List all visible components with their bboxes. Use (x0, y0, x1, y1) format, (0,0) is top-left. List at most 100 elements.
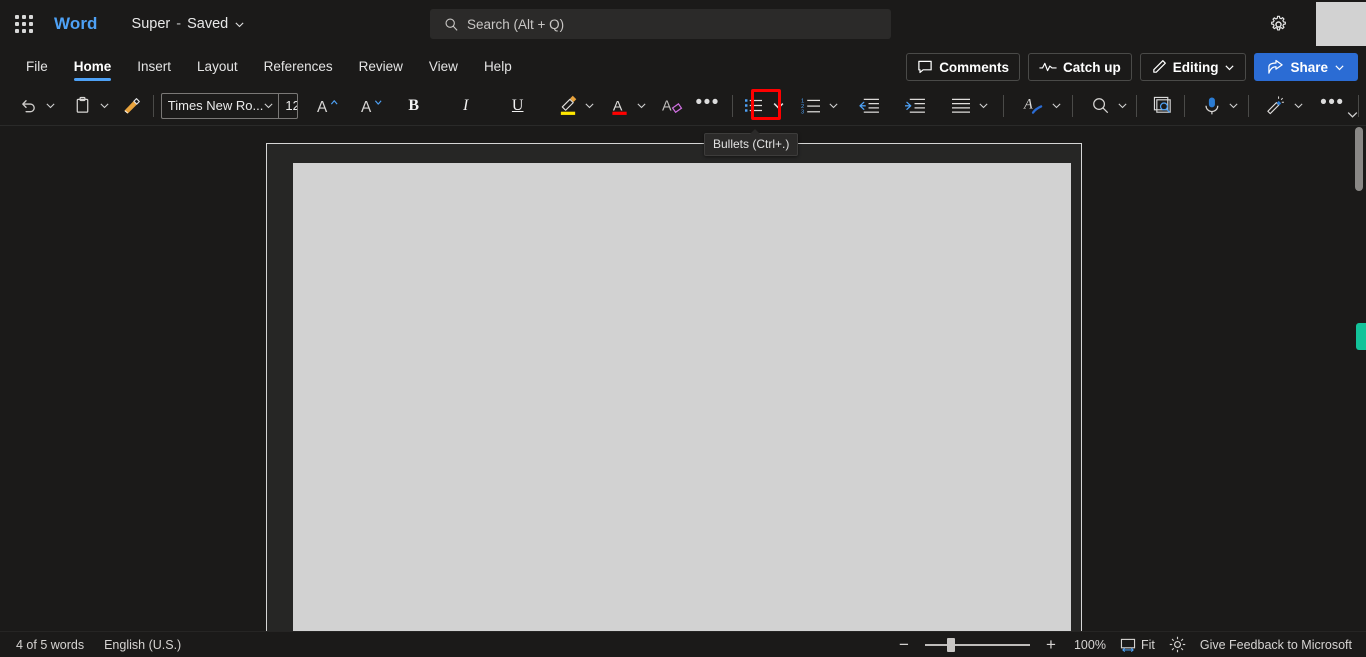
align-button[interactable] (947, 91, 975, 121)
toolbar-divider (1072, 94, 1073, 117)
highlight-group (554, 91, 598, 121)
undo-icon (19, 96, 38, 115)
copilot-dropdown[interactable] (1290, 100, 1306, 111)
document-page[interactable] (266, 143, 1082, 631)
font-size-combo[interactable]: 12 (278, 93, 297, 118)
zoom-slider-handle[interactable] (946, 637, 955, 652)
chevron-down-icon (1224, 62, 1235, 73)
paste-button[interactable] (68, 91, 96, 121)
fit-width-icon (1120, 638, 1136, 652)
editor-button[interactable] (1150, 91, 1178, 121)
undo-button[interactable] (14, 91, 42, 121)
tab-layout[interactable]: Layout (185, 52, 250, 83)
bold-icon: B (408, 96, 420, 114)
styles-button[interactable]: A (1019, 91, 1048, 121)
find-button[interactable] (1086, 91, 1114, 121)
styles-group: A (1019, 91, 1064, 121)
highlight-color-dropdown[interactable] (582, 100, 598, 111)
editing-mode-button[interactable]: Editing (1139, 53, 1247, 81)
numbering-group: 1 2 3 (797, 91, 841, 121)
bullets-button[interactable] (739, 91, 767, 121)
ellipsis-icon: ••• (1320, 92, 1345, 113)
font-controls: Times New Ro... 12 (160, 92, 298, 119)
chevron-down-icon (263, 100, 274, 111)
font-name-value: Times New Ro... (167, 98, 264, 113)
grow-font-button[interactable]: A (314, 91, 342, 121)
underline-icon: U (511, 96, 524, 114)
format-painter-button[interactable] (118, 91, 146, 121)
tab-file[interactable]: File (14, 52, 60, 83)
font-color-dropdown[interactable] (634, 100, 650, 111)
tab-view[interactable]: View (417, 52, 470, 83)
alignment-dropdown[interactable] (975, 100, 991, 111)
bullets-icon (744, 97, 763, 114)
paste-dropdown[interactable] (96, 100, 112, 111)
chevron-down-icon (1334, 62, 1345, 73)
comments-button[interactable]: Comments (906, 53, 1020, 81)
tab-references[interactable]: References (252, 52, 345, 83)
search-input[interactable]: Search (Alt + Q) (430, 9, 891, 39)
document-canvas[interactable] (0, 127, 1352, 631)
collapse-ribbon-button[interactable] (1342, 104, 1362, 124)
word-count[interactable]: 4 of 5 words (16, 638, 84, 652)
dictate-dropdown[interactable] (1226, 100, 1242, 111)
copilot-button[interactable] (1261, 91, 1290, 121)
tab-review[interactable]: Review (347, 52, 415, 83)
svg-text:A: A (1023, 96, 1033, 112)
tab-help[interactable]: Help (472, 52, 524, 83)
chevron-down-icon (234, 19, 245, 30)
scrollbar-thumb[interactable] (1355, 127, 1363, 191)
more-font-options-button[interactable]: ••• (694, 91, 722, 121)
avatar[interactable] (1316, 2, 1366, 46)
app-launcher-button[interactable] (0, 0, 48, 48)
undo-group (14, 91, 58, 121)
search-placeholder: Search (Alt + Q) (467, 16, 565, 32)
settings-button[interactable] (1264, 10, 1292, 38)
clear-formatting-button[interactable]: A (658, 91, 686, 121)
underline-button[interactable]: U (504, 91, 532, 121)
svg-text:A: A (317, 98, 328, 115)
search-container: Search (Alt + Q) (430, 9, 891, 39)
copilot-icon (1265, 95, 1286, 116)
document-title-menu[interactable]: Super - Saved (132, 16, 246, 32)
font-color-button[interactable]: A (606, 91, 634, 121)
undo-dropdown[interactable] (42, 100, 58, 111)
fit-to-width-button[interactable]: Fit (1120, 638, 1155, 652)
tab-insert[interactable]: Insert (125, 52, 183, 83)
app-brand-word[interactable]: Word (54, 14, 98, 34)
numbering-dropdown[interactable] (825, 100, 841, 111)
focus-mode-button[interactable] (1169, 636, 1186, 653)
zoom-out-button[interactable]: − (897, 636, 911, 653)
shrink-font-button[interactable]: A (358, 91, 386, 121)
ribbon-tabs: File Home Insert Layout References Revie… (0, 52, 524, 83)
decrease-indent-button[interactable] (855, 91, 883, 121)
zoom-in-button[interactable]: + (1044, 636, 1058, 653)
zoom-level[interactable]: 100% (1072, 638, 1106, 652)
toolbar-divider (731, 94, 733, 117)
document-content-area[interactable] (293, 163, 1071, 631)
toolbar-divider (1183, 94, 1185, 117)
document-title-separator: - (176, 16, 182, 32)
text-highlight-button[interactable] (554, 91, 582, 121)
styles-dropdown[interactable] (1048, 100, 1064, 111)
focus-mode-icon (1169, 636, 1186, 653)
font-size-value: 12 (285, 98, 296, 113)
zoom-slider[interactable] (924, 637, 1030, 652)
give-feedback-link[interactable]: Give Feedback to Microsoft (1200, 638, 1352, 652)
share-button[interactable]: Share (1254, 53, 1358, 81)
increase-indent-button[interactable] (901, 91, 929, 121)
tab-home[interactable]: Home (62, 52, 124, 83)
font-name-combo[interactable]: Times New Ro... (162, 94, 279, 118)
dictate-button[interactable] (1198, 91, 1226, 121)
bold-button[interactable]: B (400, 91, 428, 121)
italic-button[interactable]: I (452, 91, 480, 121)
language-indicator[interactable]: English (U.S.) (104, 638, 181, 652)
italic-icon: I (463, 96, 469, 114)
ribbon-action-buttons: Comments Catch up Editing Share (906, 48, 1358, 86)
find-dropdown[interactable] (1114, 100, 1130, 111)
fit-label: Fit (1140, 637, 1155, 652)
vertical-scrollbar[interactable] (1352, 127, 1366, 631)
catch-up-button[interactable]: Catch up (1027, 53, 1132, 81)
bullets-dropdown[interactable] (767, 99, 789, 112)
numbering-button[interactable]: 1 2 3 (797, 91, 825, 121)
